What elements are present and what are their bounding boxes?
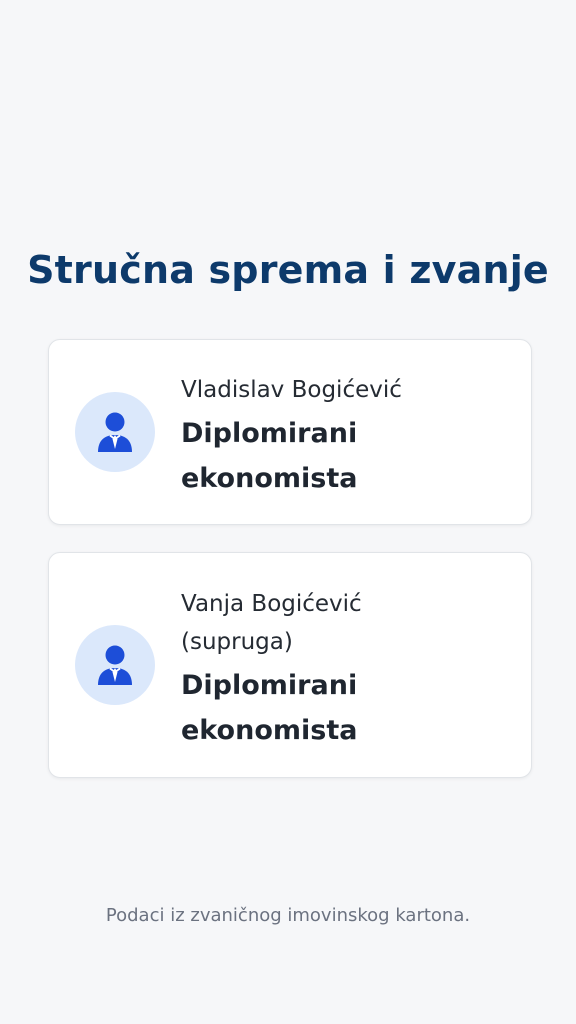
degree-line: Diplomirani bbox=[181, 670, 358, 701]
person-relation: (supruga) bbox=[181, 629, 293, 655]
person-name: Vladislav Bogićević bbox=[181, 377, 402, 403]
person-card: Vanja Bogićević (supruga) Diplomirani ek… bbox=[48, 552, 532, 778]
page-title: Stručna sprema i zvanje bbox=[27, 248, 549, 292]
avatar bbox=[75, 392, 155, 472]
person-tie-icon bbox=[98, 645, 132, 685]
degree-line: ekonomista bbox=[181, 715, 358, 746]
person-card: Vladislav Bogićević Diplomirani ekonomis… bbox=[48, 339, 532, 525]
degree-line: ekonomista bbox=[181, 463, 358, 494]
avatar bbox=[75, 625, 155, 705]
degree-line: Diplomirani bbox=[181, 418, 358, 449]
source-note: Podaci iz zvaničnog imovinskog kartona. bbox=[105, 905, 471, 926]
person-tie-icon bbox=[98, 412, 132, 452]
person-name: Vanja Bogićević bbox=[181, 591, 362, 617]
